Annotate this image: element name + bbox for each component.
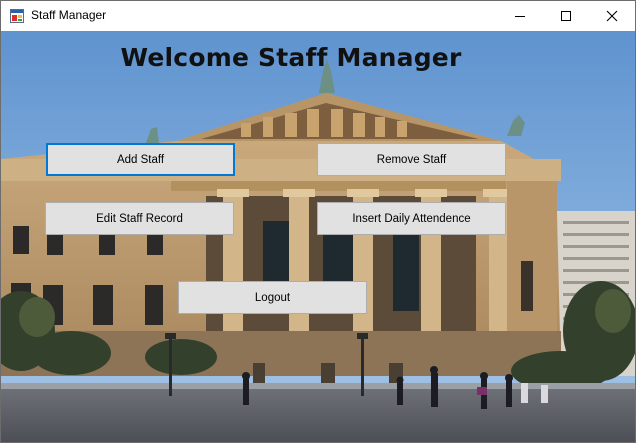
minimize-icon: [515, 16, 525, 17]
window-title: Staff Manager: [31, 8, 107, 22]
minimize-button[interactable]: [497, 1, 543, 31]
remove-staff-button[interactable]: Remove Staff: [317, 143, 506, 176]
add-staff-button[interactable]: Add Staff: [46, 143, 235, 176]
title-bar[interactable]: Staff Manager: [1, 1, 635, 31]
museum-background-image: [1, 31, 635, 442]
maximize-icon: [561, 11, 571, 21]
logout-button[interactable]: Logout: [178, 281, 367, 314]
insert-daily-attendence-button[interactable]: Insert Daily Attendence: [317, 202, 506, 235]
edit-staff-record-button[interactable]: Edit Staff Record: [45, 202, 234, 235]
form-client-area: Welcome Staff Manager Add Staff Remove S…: [1, 31, 635, 442]
close-button[interactable]: [589, 1, 635, 31]
maximize-button[interactable]: [543, 1, 589, 31]
app-icon: [10, 9, 24, 23]
welcome-heading: Welcome Staff Manager: [120, 43, 462, 72]
staff-manager-window: Staff Manager Welcome Staff Manager Add …: [0, 0, 636, 443]
close-icon: [606, 10, 618, 22]
